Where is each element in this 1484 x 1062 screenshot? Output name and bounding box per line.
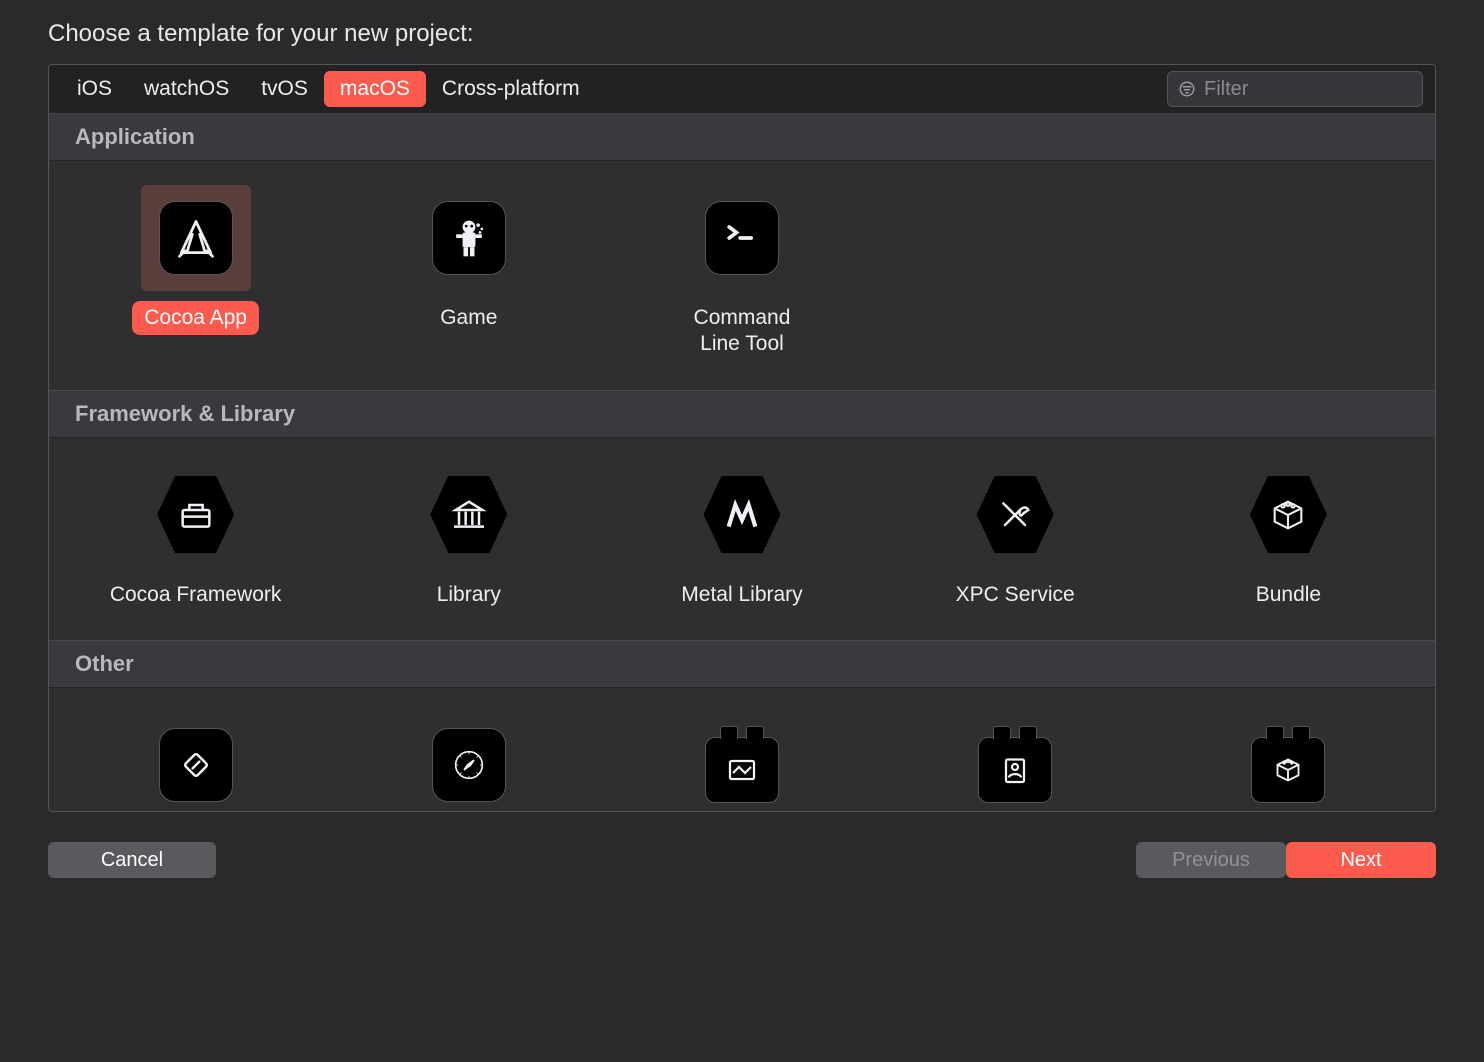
template-command-line-tool[interactable]: Command Line Tool <box>605 175 878 368</box>
tab-ios[interactable]: iOS <box>61 71 128 107</box>
template-label: Command Line Tool <box>684 301 801 362</box>
section-grid-framework: Cocoa Framework <box>49 438 1435 640</box>
tab-tvos[interactable]: tvOS <box>245 71 324 107</box>
dialog-title: Choose a template for your new project: <box>0 14 1484 64</box>
template-contacts-action[interactable]: Contacts Action <box>879 702 1152 811</box>
template-label: Library <box>427 578 511 612</box>
previous-button: Previous <box>1136 842 1286 878</box>
tools-icon <box>960 462 1070 568</box>
template-label: Game <box>430 301 507 335</box>
template-generic-kernel[interactable]: Generic Kernel <box>1152 702 1425 811</box>
template-xpc-service[interactable]: XPC Service <box>879 452 1152 618</box>
template-library[interactable]: Library <box>332 452 605 618</box>
template-label: Bundle <box>1246 578 1331 612</box>
section-grid-application: Cocoa App <box>49 161 1435 390</box>
template-automator-action[interactable]: Automator Action <box>605 702 878 811</box>
cocoa-app-icon <box>141 185 251 291</box>
terminal-icon <box>687 185 797 291</box>
filter-input[interactable] <box>1204 78 1412 101</box>
automator-icon <box>687 712 797 811</box>
dialog-footer: Cancel Previous Next <box>48 842 1436 878</box>
template-applescript-app[interactable]: AppleScript App <box>59 702 332 811</box>
library-icon <box>414 462 524 568</box>
template-label: Cocoa App <box>132 301 259 335</box>
cancel-button[interactable]: Cancel <box>48 842 216 878</box>
game-icon <box>414 185 524 291</box>
section-header-framework: Framework & Library <box>49 390 1435 438</box>
applescript-icon <box>141 712 251 811</box>
tab-watchos[interactable]: watchOS <box>128 71 245 107</box>
new-project-dialog: Choose a template for your new project: … <box>0 0 1484 1062</box>
template-label: XPC Service <box>946 578 1085 612</box>
filter-icon <box>1178 79 1196 99</box>
section-header-application: Application <box>49 114 1435 161</box>
template-label: Cocoa Framework <box>100 578 292 612</box>
section-grid-other: AppleScript App <box>49 688 1435 811</box>
metal-icon <box>687 462 797 568</box>
template-label: Metal Library <box>671 578 812 612</box>
template-cocoa-framework[interactable]: Cocoa Framework <box>59 452 332 618</box>
tab-cross-platform[interactable]: Cross-platform <box>426 71 596 107</box>
filter-field[interactable] <box>1167 71 1423 107</box>
template-safari-extension[interactable]: Safari Extension <box>332 702 605 811</box>
platform-tabbar: iOS watchOS tvOS macOS Cross-platform <box>49 65 1435 114</box>
contacts-icon <box>960 712 1070 811</box>
template-cocoa-app[interactable]: Cocoa App <box>59 175 332 368</box>
safari-icon <box>414 712 524 811</box>
toolbox-icon <box>141 462 251 568</box>
section-header-other: Other <box>49 640 1435 688</box>
template-metal-library[interactable]: Metal Library <box>605 452 878 618</box>
template-chooser-panel: iOS watchOS tvOS macOS Cross-platform Ap… <box>48 64 1436 812</box>
template-game[interactable]: Game <box>332 175 605 368</box>
tab-macos[interactable]: macOS <box>324 71 426 107</box>
bundle-icon <box>1233 462 1343 568</box>
next-button[interactable]: Next <box>1286 842 1436 878</box>
template-scroll-area[interactable]: Application <box>49 114 1435 811</box>
template-bundle[interactable]: Bundle <box>1152 452 1425 618</box>
kernel-icon <box>1233 712 1343 811</box>
